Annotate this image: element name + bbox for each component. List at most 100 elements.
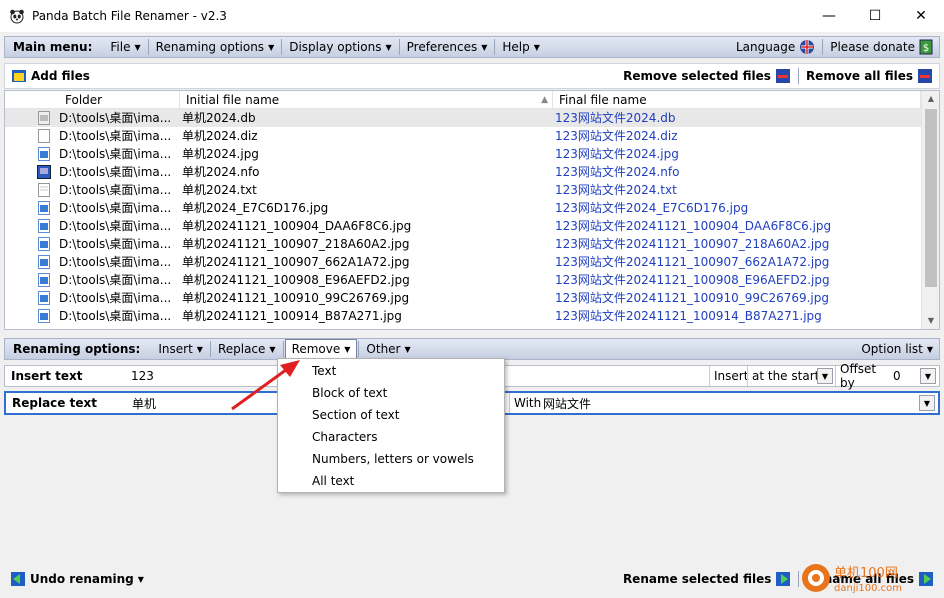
remove-menu-item-block-of-text[interactable]: Block of text xyxy=(312,382,387,404)
header-initial-file-name[interactable]: Initial file name ▲ xyxy=(180,91,553,109)
image-file-icon xyxy=(35,145,53,163)
scroll-down-icon[interactable]: ▼ xyxy=(922,313,939,329)
close-icon: ✕ xyxy=(915,8,927,24)
offset-input[interactable]: 0 xyxy=(889,366,919,386)
table-vertical-scrollbar[interactable]: ▲ ▼ xyxy=(921,91,939,329)
menu-file-label: File xyxy=(110,40,131,54)
folder-cell: D:\tools\桌面\ima... xyxy=(59,237,172,251)
final-name-cell: 123网站文件20241121_100907_218A60A2.jpg xyxy=(555,237,830,251)
remove-menu-item-all-text[interactable]: All text xyxy=(312,470,354,492)
menu-file[interactable]: File ▼ xyxy=(104,38,146,56)
header-folder[interactable]: Folder xyxy=(59,91,180,109)
menu-help-label: Help xyxy=(502,40,530,54)
table-row[interactable]: D:\tools\桌面\ima... 单机2024.db 123网站文件2024.d… xyxy=(5,109,921,127)
table-row[interactable]: D:\tools\桌面\ima... 单机2024.txt 123网站文件2024.… xyxy=(5,181,921,199)
initial-name-cell: 单机20241121_100910_99C26769.jpg xyxy=(182,291,410,305)
minimize-icon: — xyxy=(822,8,836,24)
tab-replace-label: Replace xyxy=(217,342,266,356)
toolbar-separator xyxy=(797,68,799,84)
file-icon xyxy=(35,127,53,145)
final-name-cell: 123网站文件2024_E7C6D176.jpg xyxy=(555,201,749,215)
caret-down-icon: ▼ xyxy=(404,344,411,354)
menu-renaming-options[interactable]: Renaming options ▼ xyxy=(150,38,281,56)
remove-all-files-button[interactable]: Remove all files xyxy=(800,68,939,84)
danji100-watermark-logo: 单机100网 danji100.com xyxy=(802,564,902,594)
final-name-cell: 123网站文件20241121_100904_DAA6F8C6.jpg xyxy=(555,219,832,233)
folder-cell: D:\tools\桌面\ima... xyxy=(59,165,172,179)
menu-display-options-label: Display options xyxy=(289,40,382,54)
folder-cell: D:\tools\桌面\ima... xyxy=(59,255,172,269)
final-name-cell: 123网站文件20241121_100907_662A1A72.jpg xyxy=(555,255,830,269)
final-name-cell: 123网站文件20241121_100914_B87A271.jpg xyxy=(555,309,822,323)
rename-selected-files-button[interactable]: Rename selected files xyxy=(617,571,797,587)
menu-display-options[interactable]: Display options ▼ xyxy=(283,38,397,56)
with-text-input[interactable]: 网站文件 xyxy=(539,393,839,413)
annotation-arrow-icon xyxy=(231,360,300,411)
menu-separator xyxy=(494,39,496,55)
language-button[interactable]: Language xyxy=(730,38,821,56)
header-final-file-name[interactable]: Final file name xyxy=(553,91,921,109)
offset-label: Offset by xyxy=(835,362,891,390)
final-name-cell: 123网站文件2024.jpg xyxy=(555,147,679,161)
remove-dropdown-menu: Text Block of text Section of text Chara… xyxy=(277,358,505,493)
folder-cell: D:\tools\桌面\ima... xyxy=(59,129,172,143)
tab-remove-label: Remove xyxy=(291,342,341,356)
table-row[interactable]: D:\tools\桌面\ima... 单机2024.diz 123网站文件2024.… xyxy=(5,127,921,145)
minimize-button[interactable]: — xyxy=(806,0,852,32)
scroll-up-icon[interactable]: ▲ xyxy=(922,91,939,107)
menu-separator xyxy=(358,341,360,357)
final-name-cell: 123网站文件20241121_100910_99C26769.jpg xyxy=(555,291,829,305)
folder-cell: D:\tools\桌面\ima... xyxy=(59,201,172,215)
remove-menu-item-numbers-letters-vowels[interactable]: Numbers, letters or vowels xyxy=(312,448,474,470)
db-file-icon xyxy=(35,109,53,127)
undo-renaming-button[interactable]: Undo renaming ▼ xyxy=(4,571,150,587)
caret-down-icon: ▼ xyxy=(268,42,275,52)
remove-selected-files-button[interactable]: Remove selected files xyxy=(617,68,797,84)
option-list-button[interactable]: Option list ▼ xyxy=(855,340,939,358)
table-row[interactable]: D:\tools\桌面\ima... 单机20241121_100904_DAA6… xyxy=(5,217,921,235)
initial-name-cell: 单机2024.nfo xyxy=(182,165,260,179)
position-dropdown-arrow-icon[interactable]: ▼ xyxy=(817,368,833,384)
table-body: D:\tools\桌面\ima... 单机2024.db 123网站文件2024.d… xyxy=(5,109,921,325)
table-row[interactable]: D:\tools\桌面\ima... 单机20241121_100907_218A… xyxy=(5,235,921,253)
tab-other[interactable]: Other ▼ xyxy=(360,340,416,358)
remove-menu-item-characters[interactable]: Characters xyxy=(312,426,378,448)
menu-separator xyxy=(147,39,149,55)
remove-menu-item-section-of-text[interactable]: Section of text xyxy=(312,404,399,426)
close-button[interactable]: ✕ xyxy=(898,0,944,32)
caret-down-icon: ▼ xyxy=(481,42,488,52)
initial-name-cell: 单机20241121_100904_DAA6F8C6.jpg xyxy=(182,219,412,233)
svg-text:$: $ xyxy=(923,43,929,54)
folder-cell: D:\tools\桌面\ima... xyxy=(59,147,172,161)
table-row[interactable]: D:\tools\桌面\ima... 单机2024.jpg 123网站文件2024.… xyxy=(5,145,921,163)
table-row[interactable]: D:\tools\桌面\ima... 单机20241121_100907_662A… xyxy=(5,253,921,271)
remove-selected-icon xyxy=(775,69,790,83)
offset-dropdown-arrow-icon[interactable]: ▼ xyxy=(920,368,936,384)
insert-position-label: Insert xyxy=(709,366,749,386)
donate-button[interactable]: Please donate $ xyxy=(824,38,939,56)
maximize-button[interactable]: ☐ xyxy=(852,0,898,32)
table-row[interactable]: D:\tools\桌面\ima... 单机20241121_100910_99C2… xyxy=(5,289,921,307)
table-row[interactable]: D:\tools\桌面\ima... 单机20241121_100908_E96A… xyxy=(5,271,921,289)
scrollbar-thumb[interactable] xyxy=(925,109,937,287)
menu-separator xyxy=(398,39,400,55)
main-menu-label: Main menu: xyxy=(13,40,93,54)
menu-preferences[interactable]: Preferences ▼ xyxy=(401,38,494,56)
donate-icon: $ xyxy=(919,39,933,55)
menu-separator xyxy=(822,39,824,55)
renaming-options-label: Renaming options: xyxy=(13,342,141,356)
table-row[interactable]: D:\tools\桌面\ima... 单机2024_E7C6D176.jpg 123… xyxy=(5,199,921,217)
remove-menu-item-text[interactable]: Text xyxy=(312,360,336,382)
tab-insert[interactable]: Insert ▼ xyxy=(152,340,209,358)
folder-cell: D:\tools\桌面\ima... xyxy=(59,273,172,287)
menu-separator xyxy=(281,39,283,55)
add-files-button[interactable]: Add files xyxy=(5,68,96,84)
table-row[interactable]: D:\tools\桌面\ima... 单机20241121_100914_B87A… xyxy=(5,307,921,325)
replace-dropdown-arrow-icon[interactable]: ▼ xyxy=(919,395,935,411)
folder-cell: D:\tools\桌面\ima... xyxy=(59,111,172,125)
text-file-icon xyxy=(35,181,53,199)
table-row[interactable]: D:\tools\桌面\ima... 单机2024.nfo 123网站文件2024.… xyxy=(5,163,921,181)
menu-help[interactable]: Help ▼ xyxy=(496,38,546,56)
table-header: Folder Initial file name ▲ Final file nam… xyxy=(5,91,921,109)
undo-renaming-label: Undo renaming xyxy=(30,572,134,586)
